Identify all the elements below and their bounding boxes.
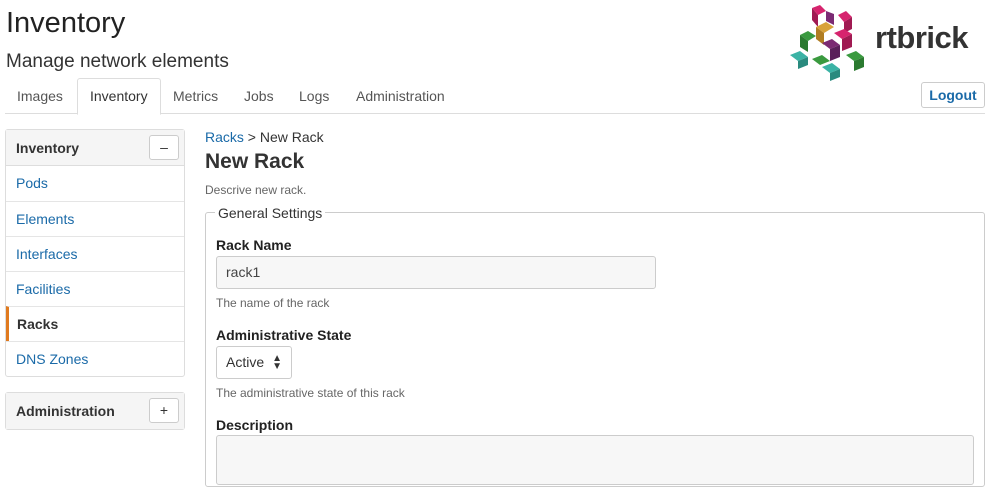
breadcrumb-separator: > (247, 129, 256, 145)
sidebar-item-dns-zones[interactable]: DNS Zones (6, 341, 184, 376)
tab-images[interactable]: Images (5, 78, 75, 114)
select-down-arrow-icon: ▼ (272, 361, 282, 372)
logout-button[interactable]: Logout (921, 82, 985, 108)
tab-logs[interactable]: Logs (287, 78, 341, 114)
logo-text: rtbrick (875, 20, 968, 55)
rack-name-help: The name of the rack (216, 296, 330, 310)
admin-state-select[interactable]: Active ▲ ▼ (216, 346, 292, 379)
expand-administration-button[interactable]: + (149, 398, 179, 423)
admin-state-label: Administrative State (216, 327, 352, 343)
sidebar-item-pods[interactable]: Pods (6, 166, 184, 201)
breadcrumb: Racks > New Rack (205, 129, 324, 145)
tab-administration[interactable]: Administration (344, 78, 457, 114)
admin-state-help: The administrative state of this rack (216, 386, 405, 400)
administration-panel-title: Administration (16, 403, 115, 419)
form-description: Descrive new rack. (205, 183, 307, 197)
page-title: Inventory (6, 7, 126, 39)
form-title: New Rack (205, 150, 305, 173)
general-settings-fieldset: General Settings Rack Name rack1 The nam… (205, 205, 985, 487)
admin-state-value: Active (226, 354, 265, 370)
description-label: Description (216, 417, 294, 433)
tab-inventory[interactable]: Inventory (77, 78, 161, 115)
sidebar-item-elements[interactable]: Elements (6, 201, 184, 236)
fieldset-legend: General Settings (215, 205, 326, 221)
inventory-panel-list: Pods Elements Interfaces Facilities Rack… (6, 166, 184, 376)
administration-panel-heading: Administration + (6, 393, 184, 429)
inventory-panel: Inventory – Pods Elements Interfaces Fac… (5, 129, 185, 377)
breadcrumb-racks-link[interactable]: Racks (205, 129, 244, 145)
main-nav: Images Inventory Metrics Jobs Logs Admin… (5, 78, 985, 115)
sidebar-item-facilities[interactable]: Facilities (6, 271, 184, 306)
inventory-panel-title: Inventory (16, 140, 80, 156)
cube-logo-icon (790, 5, 864, 81)
sidebar-item-interfaces[interactable]: Interfaces (6, 236, 184, 271)
collapse-inventory-button[interactable]: – (149, 135, 179, 160)
rack-name-input[interactable]: rack1 (216, 256, 656, 289)
rack-name-label: Rack Name (216, 237, 292, 253)
administration-panel: Administration + (5, 392, 185, 430)
page-subtitle: Manage network elements (6, 51, 229, 72)
inventory-panel-heading: Inventory – (6, 130, 184, 166)
sidebar-item-racks[interactable]: Racks (6, 306, 184, 341)
breadcrumb-current: New Rack (259, 129, 324, 145)
description-textarea[interactable] (216, 435, 974, 485)
tab-jobs[interactable]: Jobs (232, 78, 286, 114)
tab-metrics[interactable]: Metrics (161, 78, 230, 114)
